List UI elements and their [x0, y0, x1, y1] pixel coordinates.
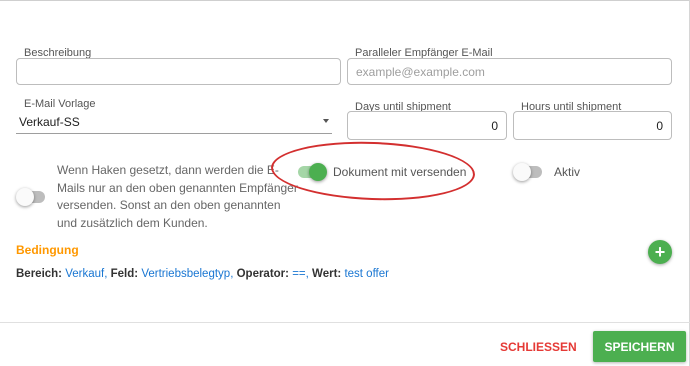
toggle-knob	[16, 188, 34, 206]
help-line: versenden. Sonst an den oben genannten	[57, 198, 281, 212]
condition-field-key: Feld:	[110, 268, 139, 280]
email-template-label: E-Mail Vorlage	[24, 98, 96, 110]
condition-field-value[interactable]: Vertriebsbelegtyp,	[141, 268, 233, 280]
condition-area-value[interactable]: Verkauf,	[65, 268, 107, 280]
close-button[interactable]: SCHLIESSEN	[494, 333, 580, 361]
days-until-shipment-input[interactable]: 0	[347, 111, 507, 140]
condition-row: Bereich: Verkauf, Feld: Vertriebsbelegty…	[16, 268, 389, 280]
send-document-label: Dokument mit versenden	[333, 165, 467, 179]
select-underline	[16, 133, 332, 134]
condition-value-value[interactable]: test offer	[344, 268, 389, 280]
toggle-knob	[513, 163, 531, 181]
condition-area-key: Bereich:	[16, 268, 63, 280]
days-until-shipment-value: 0	[491, 119, 498, 133]
plus-icon: +	[654, 242, 666, 262]
top-divider	[0, 0, 690, 1]
hours-until-shipment-input[interactable]: 0	[513, 111, 672, 140]
only-named-recipients-help: Wenn Haken gesetzt, dann werden die E- M…	[57, 162, 298, 232]
help-line: Mails nur an den oben genannten Empfänge…	[57, 180, 298, 195]
send-document-toggle[interactable]	[295, 162, 327, 182]
description-input[interactable]	[16, 58, 341, 85]
email-template-value: Verkauf-SS	[19, 115, 80, 129]
condition-operator-value[interactable]: ==,	[292, 268, 309, 280]
save-button[interactable]: SPEICHERN	[593, 331, 686, 362]
add-condition-button[interactable]: +	[648, 240, 672, 264]
only-named-recipients-toggle[interactable]	[16, 187, 48, 207]
hours-until-shipment-value: 0	[656, 119, 663, 133]
condition-title: Bedingung	[16, 243, 79, 257]
active-toggle[interactable]	[513, 162, 545, 182]
dropdown-caret-icon	[323, 119, 329, 123]
condition-operator-key: Operator:	[236, 268, 289, 280]
toggle-knob	[309, 163, 327, 181]
condition-value-key: Wert:	[312, 268, 342, 280]
footer-divider	[0, 322, 690, 323]
help-line: und zusätzlich dem Kunden.	[57, 215, 208, 230]
parallel-email-input[interactable]	[347, 58, 672, 85]
help-line: Wenn Haken gesetzt, dann werden die E-	[57, 163, 279, 177]
active-label: Aktiv	[554, 165, 581, 179]
email-template-select[interactable]: Verkauf-SS	[16, 114, 332, 134]
